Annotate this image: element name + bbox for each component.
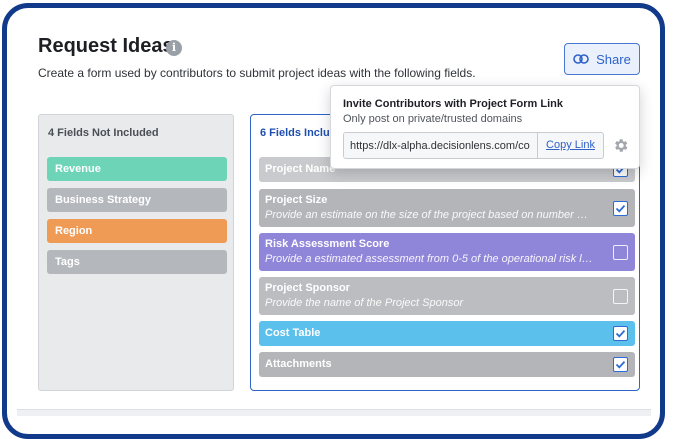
field-description: Provide the name of the Project Sponsor: [265, 297, 464, 309]
field-checkbox[interactable]: [613, 289, 628, 304]
excluded-field-revenue[interactable]: Revenue: [47, 157, 227, 181]
field-title: Attachments: [265, 358, 332, 370]
copy-link-button[interactable]: Copy Link: [537, 133, 603, 158]
included-field-attachments[interactable]: Attachments: [259, 352, 635, 377]
field-title: Project Sponsor: [265, 282, 350, 294]
invite-popover: Invite Contributors with Project Form Li…: [330, 85, 640, 169]
included-field-project-size[interactable]: Project Size Provide an estimate on the …: [259, 189, 635, 227]
page-title: Request Ideas: [38, 35, 174, 57]
excluded-fields-heading: 4 Fields Not Included: [48, 127, 159, 139]
excluded-field-region[interactable]: Region: [47, 219, 227, 243]
field-description: Provide an estimate on the size of the p…: [265, 209, 593, 221]
share-label: Share: [596, 51, 631, 67]
field-description: Provide a estimated assessment from 0-5 …: [265, 253, 593, 265]
share-button[interactable]: Share: [564, 43, 640, 75]
popover-title: Invite Contributors with Project Form Li…: [343, 98, 564, 110]
included-field-cost-table[interactable]: Cost Table: [259, 321, 635, 346]
page-subtitle: Create a form used by contributors to su…: [38, 66, 476, 80]
form-link-field: Copy Link: [343, 132, 604, 159]
excluded-fields-panel: 4 Fields Not Included Revenue Business S…: [38, 114, 234, 391]
footer-band: [17, 409, 651, 416]
info-icon[interactable]: i: [166, 40, 182, 56]
field-title: Risk Assessment Score: [265, 238, 390, 250]
excluded-field-business-strategy[interactable]: Business Strategy: [47, 188, 227, 212]
field-checkbox[interactable]: [613, 326, 628, 341]
form-link-input[interactable]: [344, 133, 536, 158]
link-icon: [573, 54, 589, 64]
field-title: Project Name: [265, 163, 336, 175]
field-checkbox[interactable]: [613, 201, 628, 216]
included-field-risk-assessment-score[interactable]: Risk Assessment Score Provide a estimate…: [259, 233, 635, 271]
field-checkbox[interactable]: [613, 357, 628, 372]
field-checkbox[interactable]: [613, 245, 628, 260]
popover-subtitle: Only post on private/trusted domains: [343, 113, 523, 125]
field-title: Project Size: [265, 194, 328, 206]
included-field-project-sponsor[interactable]: Project Sponsor Provide the name of the …: [259, 277, 635, 315]
field-title: Cost Table: [265, 327, 321, 339]
gear-icon[interactable]: [612, 137, 629, 154]
excluded-field-tags[interactable]: Tags: [47, 250, 227, 274]
